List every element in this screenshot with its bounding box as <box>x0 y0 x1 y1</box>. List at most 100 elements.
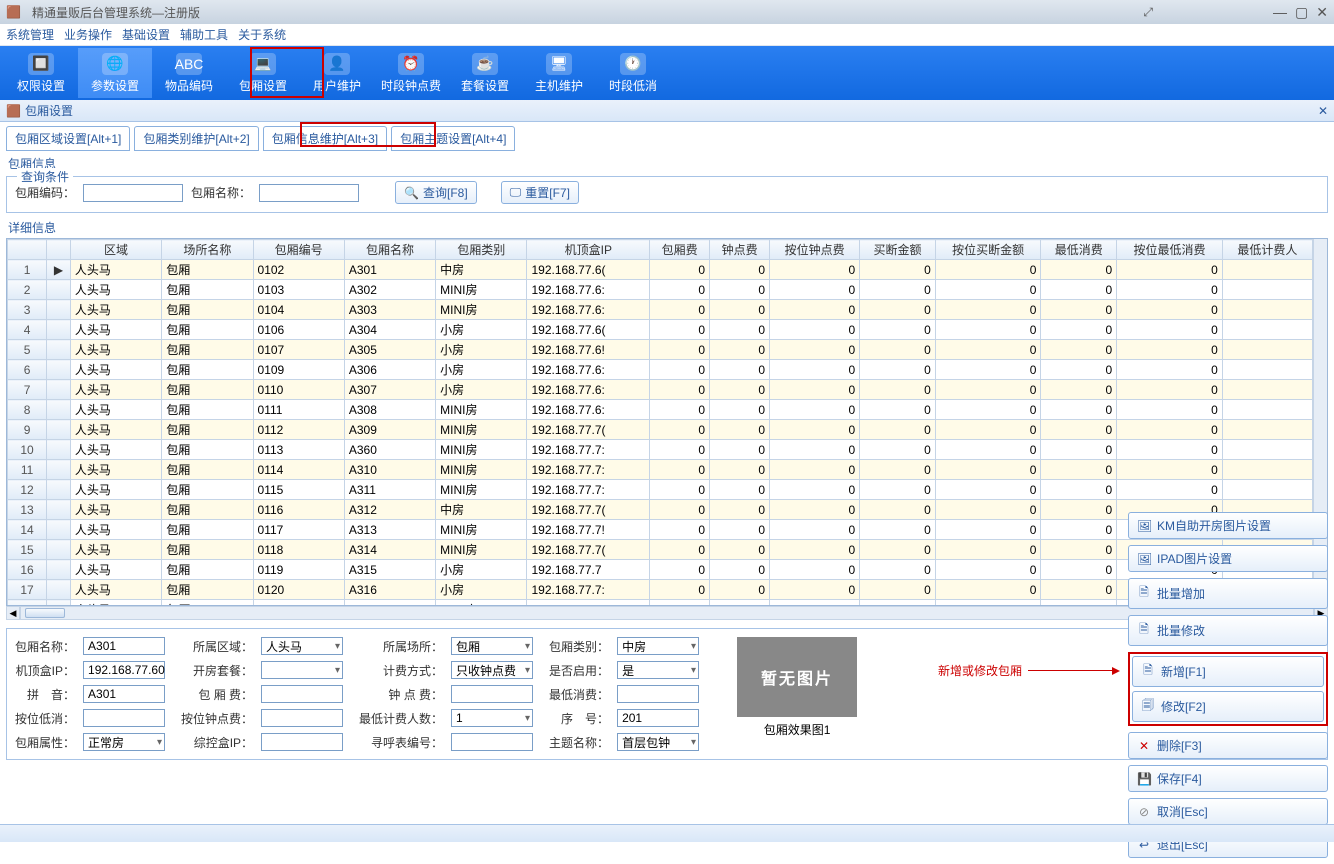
tab[interactable]: 包厢类别维护[Alt+2] <box>134 126 258 151</box>
tab[interactable]: 包厢区域设置[Alt+1] <box>6 126 130 151</box>
form-field-min_spend[interactable] <box>617 685 699 703</box>
close-button[interactable]: ✕ <box>1316 4 1328 21</box>
toolbar-label: 时段钟点费 <box>381 77 441 94</box>
table-row[interactable]: 2人头马包厢0103A302MINI房192.168.77.6:0000000 <box>8 280 1313 300</box>
form-field-room_name[interactable]: A301 <box>83 637 165 655</box>
form-field-place[interactable]: 包厢 <box>451 637 533 655</box>
table-row[interactable]: 17人头马包厢0120A316小房192.168.77.7:0000000 <box>8 580 1313 600</box>
form-field-theme[interactable]: 首层包钟 <box>617 733 699 751</box>
form-field-hour_fee[interactable] <box>451 685 533 703</box>
delete-button[interactable]: ✕删除[F3] <box>1128 732 1328 759</box>
table-row[interactable]: 9人头马包厢0112A309MINI房192.168.77.7(0000000 <box>8 420 1313 440</box>
table-row[interactable]: 5人头马包厢0107A305小房192.168.77.6!0000000 <box>8 340 1313 360</box>
form-field-seat_hour[interactable] <box>261 709 343 727</box>
form-label: 寻呼表编号： <box>359 734 443 751</box>
table-row[interactable]: 16人头马包厢0119A315小房192.168.77.70000000 <box>8 560 1313 580</box>
column-header[interactable]: 机顶盒IP <box>527 240 650 260</box>
tab[interactable]: 包厢信息维护[Alt+3] <box>263 126 387 151</box>
room-code-input[interactable] <box>83 184 183 202</box>
table-row[interactable]: 14人头马包厢0117A313MINI房192.168.77.7!0000000 <box>8 520 1313 540</box>
reset-icon: 🖵 <box>510 185 522 200</box>
menu-item[interactable]: 基础设置 <box>122 26 170 43</box>
room-name-input[interactable] <box>259 184 359 202</box>
add-button[interactable]: 🗎新增[F1] <box>1132 656 1324 687</box>
cancel-button[interactable]: ⊘取消[Esc] <box>1128 798 1328 825</box>
modify-button[interactable]: 🗐修改[F2] <box>1132 691 1324 722</box>
search-button[interactable]: 🔍查询[F8] <box>395 181 477 204</box>
scroll-left-button[interactable]: ◀ <box>6 606 20 620</box>
column-header[interactable]: 区域 <box>70 240 161 260</box>
name-label: 包厢名称： <box>191 184 251 201</box>
toolbar-item[interactable]: ☕套餐设置 <box>448 48 522 98</box>
km-image-button[interactable]: 🖼KM自助开房图片设置 <box>1128 512 1328 539</box>
column-header[interactable]: 包厢名称 <box>344 240 435 260</box>
menu-item[interactable]: 业务操作 <box>64 26 112 43</box>
reset-button[interactable]: 🖵重置[F7] <box>501 181 579 204</box>
form-field-ip[interactable]: 192.168.77.60 <box>83 661 165 679</box>
toolbar-item[interactable]: ⏰ 时段钟点费 <box>374 48 448 98</box>
toolbar-item[interactable]: ABC物品编码 <box>152 48 226 98</box>
menu-item[interactable]: 辅助工具 <box>180 26 228 43</box>
toolbar-item[interactable]: 🌐参数设置 <box>78 48 152 98</box>
table-row[interactable]: 15人头马包厢0118A314MINI房192.168.77.7(0000000 <box>8 540 1313 560</box>
minimize-button[interactable]: — <box>1273 4 1287 21</box>
form-field-package[interactable] <box>261 661 343 679</box>
tab[interactable]: 包厢主题设置[Alt+4] <box>391 126 515 151</box>
search-icon: 🔍 <box>404 186 419 200</box>
form-field-min_persons[interactable]: 1 <box>451 709 533 727</box>
maximize-button[interactable]: ▢ <box>1295 4 1308 21</box>
table-row[interactable]: 1▶人头马包厢0102A301中房192.168.77.6(0000000 <box>8 260 1313 280</box>
batch-modify-button[interactable]: 🗎批量修改 <box>1128 615 1328 646</box>
form-field-charge_mode[interactable]: 只收钟点费 <box>451 661 533 679</box>
form-field-pinyin[interactable]: A301 <box>83 685 165 703</box>
form-field-room_fee[interactable] <box>261 685 343 703</box>
column-header[interactable]: 最低计费人 <box>1222 240 1312 260</box>
table-row[interactable]: 7人头马包厢0110A307小房192.168.77.6:0000000 <box>8 380 1313 400</box>
toolbar-item[interactable]: 🖥主机维护 <box>522 48 596 98</box>
batch-add-button[interactable]: 🗎批量增加 <box>1128 578 1328 609</box>
form-field-area[interactable]: 人头马 <box>261 637 343 655</box>
form-field-pager_code[interactable] <box>451 733 533 751</box>
toolbar-item[interactable]: 🔲权限设置 <box>4 48 78 98</box>
form-field-room_attr[interactable]: 正常房 <box>83 733 165 751</box>
form-field-ctrl_ip[interactable] <box>261 733 343 751</box>
column-header[interactable]: 场所名称 <box>162 240 253 260</box>
table-row[interactable]: 10人头马包厢0113A360MINI房192.168.77.7:0000000 <box>8 440 1313 460</box>
column-header[interactable]: 按位最低消费 <box>1117 240 1223 260</box>
form-field-seq[interactable]: 201 <box>617 709 699 727</box>
table-row[interactable]: 12人头马包厢0115A311MINI房192.168.77.7:0000000 <box>8 480 1313 500</box>
table-row[interactable]: 3人头马包厢0104A303MINI房192.168.77.6:0000000 <box>8 300 1313 320</box>
column-header[interactable]: 买断金额 <box>860 240 936 260</box>
column-header[interactable]: 包厢类别 <box>436 240 527 260</box>
toolbar-item[interactable]: 💻包厢设置 <box>226 48 300 98</box>
menu-item[interactable]: 系统管理 <box>6 26 54 43</box>
toolbar-item[interactable]: 🕐时段低消 <box>596 48 670 98</box>
toolbar-icon: ⏰ <box>398 53 424 75</box>
toolbar-label: 物品编码 <box>165 77 213 94</box>
form-field-enabled[interactable]: 是 <box>617 661 699 679</box>
table-row[interactable]: 6人头马包厢0109A306小房192.168.77.6:0000000 <box>8 360 1313 380</box>
ipad-image-button[interactable]: 🖼IPAD图片设置 <box>1128 545 1328 572</box>
form-field-category[interactable]: 中房 <box>617 637 699 655</box>
form-field-seat_low[interactable] <box>83 709 165 727</box>
column-header[interactable]: 按位买断金额 <box>935 240 1041 260</box>
table-row[interactable]: 13人头马包厢0116A312中房192.168.77.7(0000000 <box>8 500 1313 520</box>
expand-icon[interactable]: ⤢ <box>1143 5 1153 20</box>
horizontal-scrollbar[interactable] <box>20 606 1314 620</box>
column-header[interactable]: 包厢费 <box>650 240 710 260</box>
toolbar-icon: ☕ <box>472 53 498 75</box>
menu-item[interactable]: 关于系统 <box>238 26 286 43</box>
room-icon: 🟫 <box>6 104 21 118</box>
table-row[interactable]: 8人头马包厢0111A308MINI房192.168.77.6:0000000 <box>8 400 1313 420</box>
toolbar-item[interactable]: 👤用户维护 <box>300 48 374 98</box>
form-label: 最低消费： <box>549 686 609 703</box>
column-header[interactable]: 按位钟点费 <box>770 240 860 260</box>
column-header[interactable]: 包厢编号 <box>253 240 344 260</box>
table-row[interactable]: 4人头马包厢0106A304小房192.168.77.6(0000000 <box>8 320 1313 340</box>
save-button[interactable]: 💾保存[F4] <box>1128 765 1328 792</box>
subheader-close-icon[interactable]: ✕ <box>1318 104 1328 118</box>
column-header[interactable]: 最低消费 <box>1041 240 1117 260</box>
column-header[interactable]: 钟点费 <box>710 240 770 260</box>
table-row[interactable]: 18人头马包厢0121A317MINI房192.168.77.7:0000000 <box>8 600 1313 606</box>
table-row[interactable]: 11人头马包厢0114A310MINI房192.168.77.7:0000000 <box>8 460 1313 480</box>
